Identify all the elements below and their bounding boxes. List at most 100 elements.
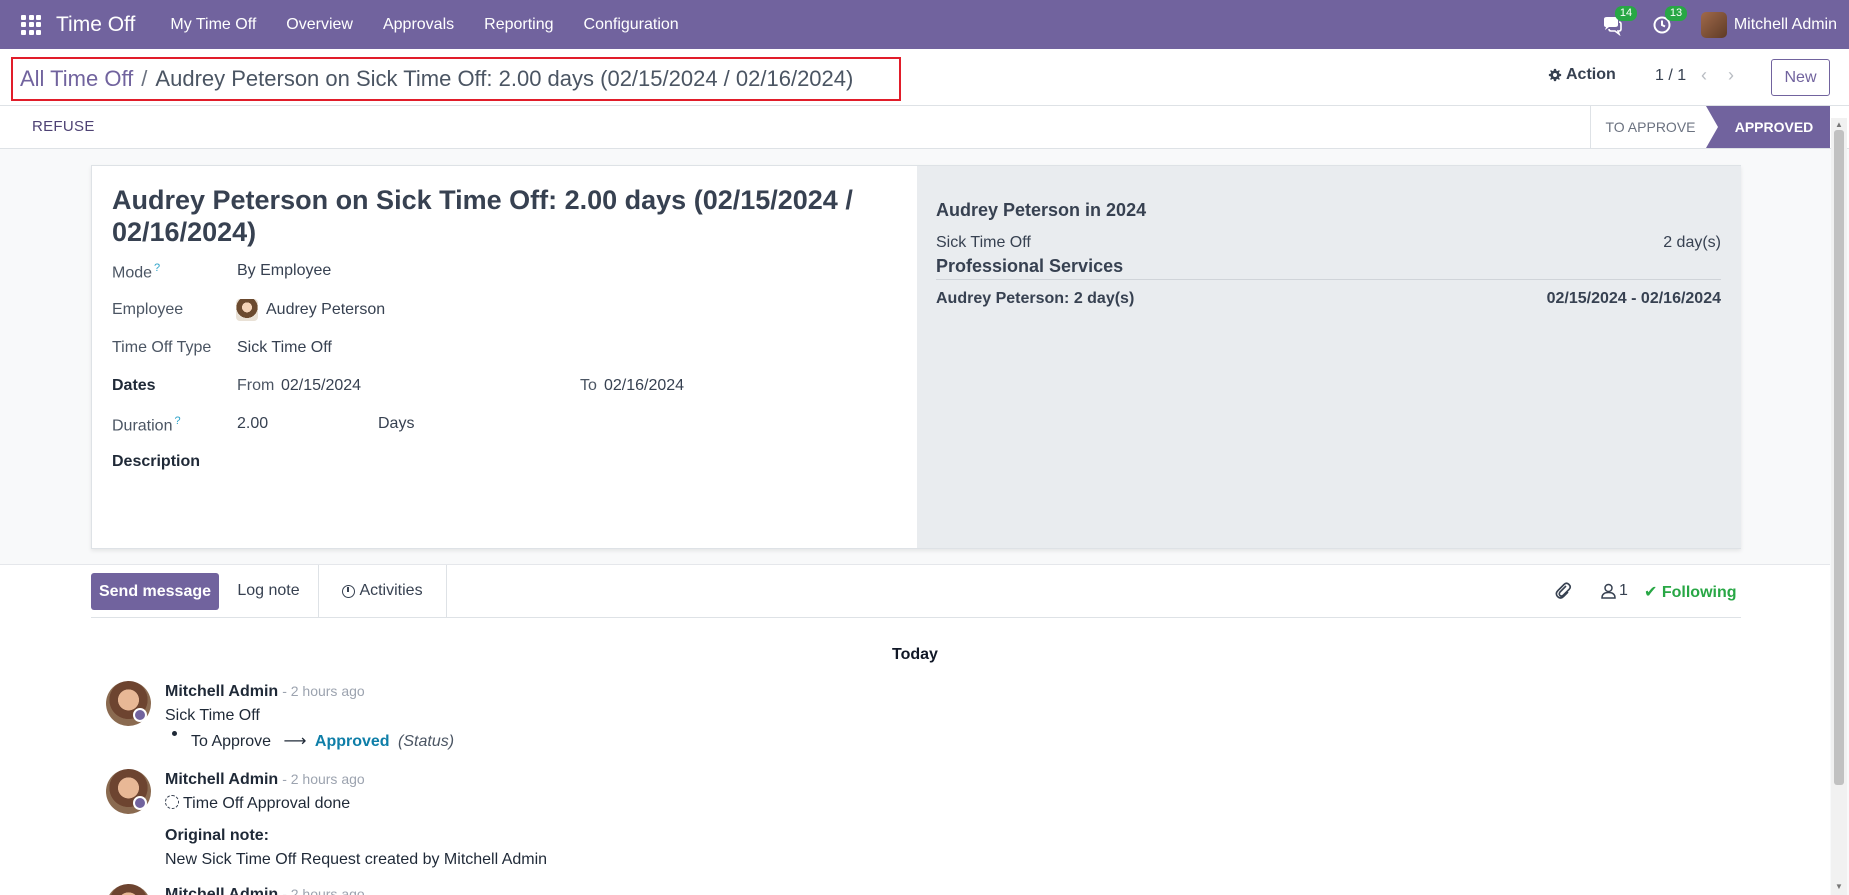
chatter-topbar: Send message Log note Activities 1 ✔ Fol… — [91, 565, 1741, 618]
employee-field[interactable]: Audrey Peterson — [266, 301, 385, 319]
breadcrumb-current: Audrey Peterson on Sick Time Off: 2.00 d… — [155, 66, 854, 91]
bullet-icon — [172, 731, 177, 736]
from-label: From — [237, 377, 275, 394]
duration-field[interactable]: 2.00 — [237, 415, 268, 433]
followers-count: 1 — [1619, 582, 1628, 599]
mode-label: Mode? — [112, 262, 161, 282]
message-time: - 2 hours ago — [282, 683, 365, 699]
help-icon[interactable]: ? — [154, 262, 160, 274]
summary-employee-label: Audrey Peterson: 2 day(s) — [936, 290, 1135, 307]
menu-reporting[interactable]: Reporting — [484, 16, 553, 34]
mode-field[interactable]: By Employee — [237, 262, 331, 280]
message-body: Sick Time Off — [165, 707, 260, 724]
user-icon — [1601, 583, 1616, 599]
original-note-text: New Sick Time Off Request created by Mit… — [165, 851, 548, 868]
record-title: Audrey Peterson on Sick Time Off: 2.00 d… — [112, 185, 853, 247]
send-message-button[interactable]: Send message — [91, 573, 219, 610]
date-to-field[interactable]: 02/16/2024 — [604, 377, 684, 395]
check-icon: ✔ — [1644, 584, 1658, 601]
activity-done-text: Time Off Approval done — [183, 795, 351, 812]
summary-row-employee: Audrey Peterson: 2 day(s) 02/15/2024 - 0… — [936, 290, 1721, 308]
control-panel: All Time Off / Audrey Peterson on Sick T… — [0, 49, 1849, 106]
message-time: - 2 hours ago — [282, 771, 365, 787]
scroll-down-icon[interactable]: ▼ — [1835, 882, 1843, 891]
new-status: Approved — [314, 733, 390, 750]
help-icon[interactable]: ? — [174, 415, 180, 427]
menu-my-time-off[interactable]: My Time Off — [170, 16, 256, 34]
employee-avatar — [236, 299, 258, 321]
time-off-type-field[interactable]: Sick Time Off — [237, 339, 332, 357]
activities-badge: 13 — [1664, 5, 1688, 21]
breadcrumb: All Time Off / Audrey Peterson on Sick T… — [11, 57, 901, 101]
pager-previous-icon[interactable]: ‹ — [1701, 65, 1707, 86]
action-label: Action — [1566, 66, 1616, 83]
activity-done-icon — [165, 795, 179, 809]
user-name[interactable]: Mitchell Admin — [1734, 16, 1837, 34]
followers-button[interactable]: 1 — [1601, 582, 1628, 600]
summary-type-value: 2 day(s) — [1663, 234, 1721, 251]
form-main: Audrey Peterson on Sick Time Off: 2.00 d… — [92, 166, 917, 548]
pager-next-icon[interactable]: › — [1728, 65, 1734, 86]
breadcrumb-separator: / — [141, 66, 148, 91]
arrow-right-icon: ⟶ — [283, 733, 307, 750]
employee-label: Employee — [112, 301, 184, 318]
scroll-up-icon[interactable]: ▲ — [1835, 120, 1843, 129]
message-body: Time Off Approval done — [165, 795, 350, 813]
messages-badge: 14 — [1614, 5, 1638, 21]
dates-label: Dates — [112, 377, 156, 394]
menu-configuration[interactable]: Configuration — [584, 16, 679, 34]
following-button[interactable]: ✔ Following — [1644, 582, 1737, 602]
old-status: To Approve — [191, 733, 272, 750]
author-name[interactable]: Mitchell Admin — [165, 771, 278, 788]
date-separator: Today — [892, 646, 938, 663]
apps-menu-icon[interactable] — [21, 14, 41, 35]
to-label: To — [580, 377, 597, 394]
department-name: Professional Services — [936, 256, 1124, 276]
messaging-menu[interactable]: 14 — [1601, 5, 1638, 36]
menu-overview[interactable]: Overview — [286, 16, 353, 34]
message-author: Mitchell Admin - 2 hours ago — [165, 886, 365, 895]
summary-row-type: Sick Time Off 2 day(s) — [936, 234, 1721, 252]
log-note-button[interactable]: Log note — [219, 565, 319, 617]
top-navbar: Time Off My Time Off Overview Approvals … — [0, 0, 1849, 49]
user-avatar[interactable] — [1700, 11, 1727, 38]
summary-divider — [936, 279, 1721, 280]
new-button[interactable]: New — [1771, 59, 1830, 96]
message-author: Mitchell Admin - 2 hours ago — [165, 683, 365, 701]
changed-field: (Status) — [398, 733, 455, 750]
online-status-dot — [133, 796, 147, 810]
allocation-summary: Audrey Peterson in 2024 Sick Time Off 2 … — [917, 166, 1741, 548]
activities-button[interactable]: Activities — [319, 565, 447, 617]
following-label: Following — [1661, 584, 1737, 601]
duration-unit: Days — [378, 415, 415, 432]
scroll-thumb[interactable] — [1834, 130, 1844, 785]
gear-icon — [1548, 68, 1562, 82]
date-from-field[interactable]: 02/15/2024 — [281, 377, 361, 395]
original-note-label: Original note: — [165, 827, 269, 844]
menu-approvals[interactable]: Approvals — [383, 16, 454, 34]
message-author: Mitchell Admin - 2 hours ago — [165, 771, 365, 789]
stage-to-approve[interactable]: TO APPROVE — [1590, 106, 1710, 148]
page-scrollbar[interactable]: ▲ ▼ — [1831, 118, 1847, 895]
clock-icon — [342, 584, 356, 598]
duration-label: Duration? — [112, 415, 181, 435]
app-name[interactable]: Time Off — [56, 13, 135, 37]
breadcrumb-all-time-off[interactable]: All Time Off — [20, 66, 133, 92]
stage-approved[interactable]: APPROVED — [1706, 106, 1830, 148]
paperclip-icon[interactable] — [1554, 581, 1572, 601]
action-button[interactable]: Action — [1548, 66, 1616, 84]
refuse-button[interactable]: REFUSE — [32, 118, 95, 135]
online-status-dot — [133, 708, 147, 722]
pager-value[interactable]: 1 / 1 — [1655, 67, 1686, 85]
author-name[interactable]: Mitchell Admin — [165, 683, 278, 700]
author-name[interactable]: Mitchell Admin — [165, 886, 278, 895]
message-time: - 2 hours ago — [282, 886, 365, 895]
summary-title: Audrey Peterson in 2024 — [936, 200, 1147, 220]
form-sheet: Audrey Peterson on Sick Time Off: 2.00 d… — [91, 165, 1741, 549]
tracking-change: To Approve ⟶ Approved (Status) — [191, 731, 454, 751]
time-off-type-label: Time Off Type — [112, 339, 212, 356]
activity-menu[interactable]: 13 — [1651, 5, 1688, 36]
status-bar: REFUSE TO APPROVE APPROVED — [0, 106, 1849, 149]
description-label: Description — [112, 453, 201, 470]
summary-type-label: Sick Time Off — [936, 234, 1031, 251]
